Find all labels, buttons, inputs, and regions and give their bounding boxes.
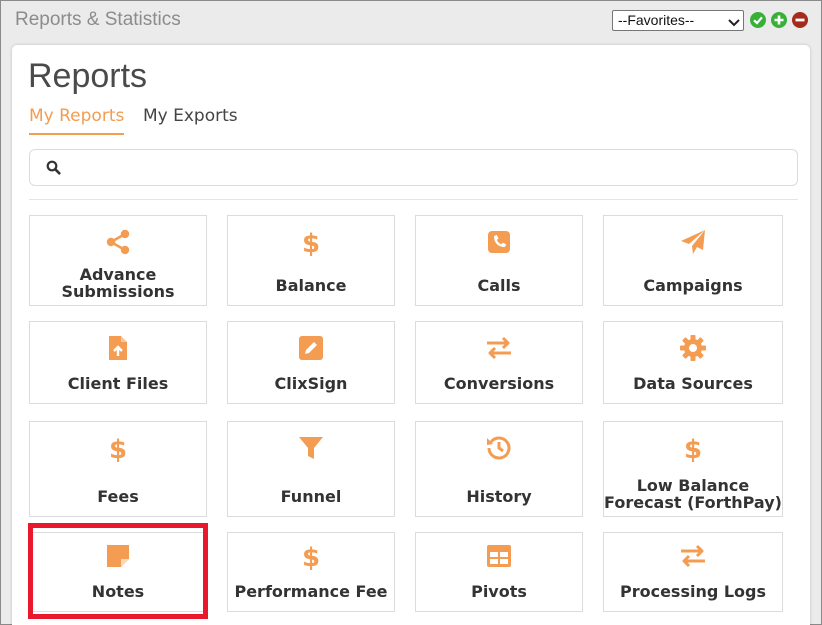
search-input[interactable] (68, 155, 788, 181)
report-card-balance[interactable]: $ Balance (227, 215, 395, 306)
report-card-label: Pivots (416, 583, 582, 600)
report-card-fees[interactable]: $ Fees (29, 421, 207, 517)
report-card-label: Balance (228, 277, 394, 294)
report-card-pivots[interactable]: Pivots (415, 532, 583, 612)
report-card-label-line2: Forecast (ForthPay) (604, 493, 782, 512)
dollar-icon: $ (104, 434, 132, 462)
report-card-label: Campaigns (604, 277, 782, 294)
report-card-conversions[interactable]: Conversions (415, 321, 583, 404)
pen-square-icon (297, 334, 325, 362)
report-card-label-line1: Balance (275, 276, 347, 295)
report-card-label-line1: Calls (477, 276, 521, 295)
report-card-label-line1: Fees (97, 487, 139, 506)
report-card-campaigns[interactable]: Campaigns (603, 215, 783, 306)
report-card-performance-fee[interactable]: $ Performance Fee (227, 532, 395, 612)
report-card-label: History (416, 488, 582, 505)
remove-icon[interactable] (792, 12, 808, 28)
exchange-icon (485, 334, 513, 362)
table-icon (485, 542, 513, 570)
report-card-low-balance[interactable]: $ Low Balance Forecast (ForthPay) (603, 421, 783, 517)
paper-plane-icon (679, 228, 707, 256)
history-icon (485, 434, 513, 462)
report-card-label-line1: Data Sources (633, 374, 753, 393)
report-card-label: Fees (30, 488, 206, 505)
report-card-label: Advance Submissions (30, 266, 206, 300)
search-icon (46, 160, 61, 180)
report-card-funnel[interactable]: Funnel (227, 421, 395, 517)
favorites-select-value: --Favorites-- (618, 12, 695, 28)
report-card-label-line1: Campaigns (643, 276, 743, 295)
report-card-label-line1: Processing Logs (619, 582, 767, 601)
report-card-label-line1: Pivots (471, 582, 527, 601)
report-card-label: Calls (416, 277, 582, 294)
add-icon[interactable] (771, 12, 787, 28)
report-card-label: Conversions (416, 375, 582, 392)
tab-my-exports[interactable]: My Exports (143, 106, 238, 126)
chevron-down-icon (728, 15, 740, 31)
phone-icon (485, 228, 513, 256)
dollar-icon: $ (297, 228, 325, 256)
report-card-label: Client Files (30, 375, 206, 392)
report-card-calls[interactable]: Calls (415, 215, 583, 306)
report-card-label: Funnel (228, 488, 394, 505)
report-card-label-line1: Advance (79, 265, 157, 284)
svg-text:$: $ (302, 543, 320, 570)
report-card-history[interactable]: History (415, 421, 583, 517)
report-card-client-files[interactable]: Client Files (29, 321, 207, 404)
highlight-box (28, 523, 208, 619)
report-card-processing-logs[interactable]: Processing Logs (603, 532, 783, 612)
funnel-icon (297, 434, 325, 462)
dollar-icon: $ (297, 542, 325, 570)
report-card-label-line1: Performance Fee (234, 582, 388, 601)
report-card-label: Processing Logs (604, 583, 782, 600)
report-card-label-line1: ClixSign (274, 374, 348, 393)
report-card-label-line2: Submissions (61, 282, 175, 301)
report-card-label-line1: Conversions (443, 374, 555, 393)
svg-text:$: $ (302, 229, 320, 256)
divider (29, 199, 798, 200)
share-icon (104, 228, 132, 256)
report-card-label: Performance Fee (228, 583, 394, 600)
favorites-select[interactable]: --Favorites-- (612, 10, 744, 31)
gear-icon (679, 334, 707, 362)
page-title: Reports (28, 57, 148, 95)
report-card-data-sources[interactable]: Data Sources (603, 321, 783, 404)
report-card-label: Low Balance Forecast (ForthPay) (604, 477, 782, 511)
tab-my-reports[interactable]: My Reports (29, 106, 125, 135)
file-upload-icon (104, 334, 132, 362)
report-card-label-line1: Funnel (280, 487, 342, 506)
window-title: Reports & Statistics (15, 9, 181, 30)
search-box (29, 149, 798, 186)
report-card-label-line1: Client Files (67, 374, 169, 393)
report-card-advance[interactable]: Advance Submissions (29, 215, 207, 306)
report-card-label: Data Sources (604, 375, 782, 392)
report-card-label: ClixSign (228, 375, 394, 392)
report-card-clixsign[interactable]: ClixSign (227, 321, 395, 404)
report-card-label-line1: Low Balance (636, 476, 750, 495)
svg-text:$: $ (109, 435, 127, 462)
svg-text:$: $ (684, 435, 702, 462)
check-icon[interactable] (750, 12, 766, 28)
dollar-icon: $ (679, 434, 707, 462)
window-titlebar: Reports & Statistics --Favorites-- (1, 1, 821, 41)
report-card-label-line1: History (466, 487, 532, 506)
exchange-icon (679, 542, 707, 570)
